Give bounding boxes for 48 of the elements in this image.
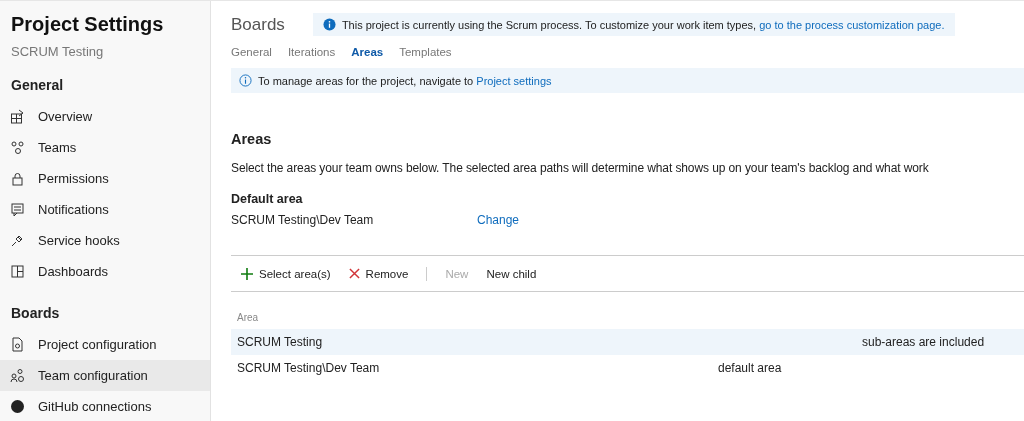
sidebar-item[interactable]: GitHub connections	[0, 391, 210, 421]
sidebar-item[interactable]: Teams	[0, 132, 210, 163]
overview-icon	[10, 109, 25, 124]
table-row[interactable]: SCRUM Testing\Dev Team default area	[231, 355, 1024, 381]
section-heading: Boards	[10, 305, 61, 321]
toolbar-button[interactable]: Remove	[348, 267, 409, 280]
page-title: Boards	[231, 14, 285, 35]
sidebar-item[interactable]: Notifications	[0, 194, 210, 225]
sidebar-item[interactable]: Overview	[0, 101, 210, 132]
sidebar-item[interactable]: Service hooks	[0, 225, 210, 256]
section-heading: General	[10, 77, 65, 93]
tab[interactable]: Iterations	[287, 46, 336, 58]
project-settings-link[interactable]: Project settings	[476, 74, 552, 87]
sidebar-item[interactable]: Dashboards	[0, 256, 210, 287]
tab[interactable]: Templates	[399, 46, 452, 58]
doc-icon	[10, 337, 25, 352]
team-icon	[10, 368, 25, 383]
info-icon	[239, 74, 252, 87]
project-name: SCRUM Testing	[10, 43, 105, 59]
dashboard-icon	[10, 264, 25, 279]
table-cell-text: SCRUM Testing\Dev Team	[237, 361, 381, 375]
table-cell-text: SCRUM Testing	[237, 335, 324, 349]
lock-icon	[10, 171, 25, 186]
default-area-label: Default area	[231, 192, 304, 206]
change-link[interactable]: Change	[477, 213, 520, 227]
info-icon	[322, 18, 336, 31]
tab[interactable]: Areas	[351, 46, 384, 58]
table-cell-text: sub-areas are included	[862, 335, 986, 349]
notice-text: To manage areas for the project, navigate to Project settings	[258, 74, 552, 87]
toolbar-button[interactable]: New child	[486, 267, 537, 280]
tab[interactable]: General	[231, 46, 272, 58]
areas-heading: Areas	[231, 131, 273, 147]
toolbar-button[interactable]: Select area(s)	[241, 267, 331, 280]
sidebar-title: Project Settings	[10, 13, 165, 36]
teams-icon	[10, 140, 25, 155]
process-link[interactable]: go to the process customization page.	[759, 18, 945, 31]
plus-icon	[241, 267, 253, 280]
table-cell-text: default area	[718, 361, 783, 375]
table-row[interactable]: SCRUM Testing sub-areas are included	[231, 329, 1024, 355]
chat-icon	[10, 202, 25, 217]
column-header: Area	[236, 311, 260, 325]
sidebar-item[interactable]: Team configuration	[0, 360, 210, 391]
banner-text: This project is currently using the Scrum process. To customize your work item types, go to the process customization page.	[341, 18, 945, 31]
sidebar-item[interactable]: Project configuration	[0, 329, 210, 360]
areas-description: Select the areas your team owns below. The selected area paths will determine what shows up on your team's backlog and what work	[231, 161, 930, 175]
default-area-value: SCRUM Testing\Dev Team	[231, 213, 375, 227]
sidebar-item[interactable]: Permissions	[0, 163, 210, 194]
x-icon	[348, 268, 360, 279]
